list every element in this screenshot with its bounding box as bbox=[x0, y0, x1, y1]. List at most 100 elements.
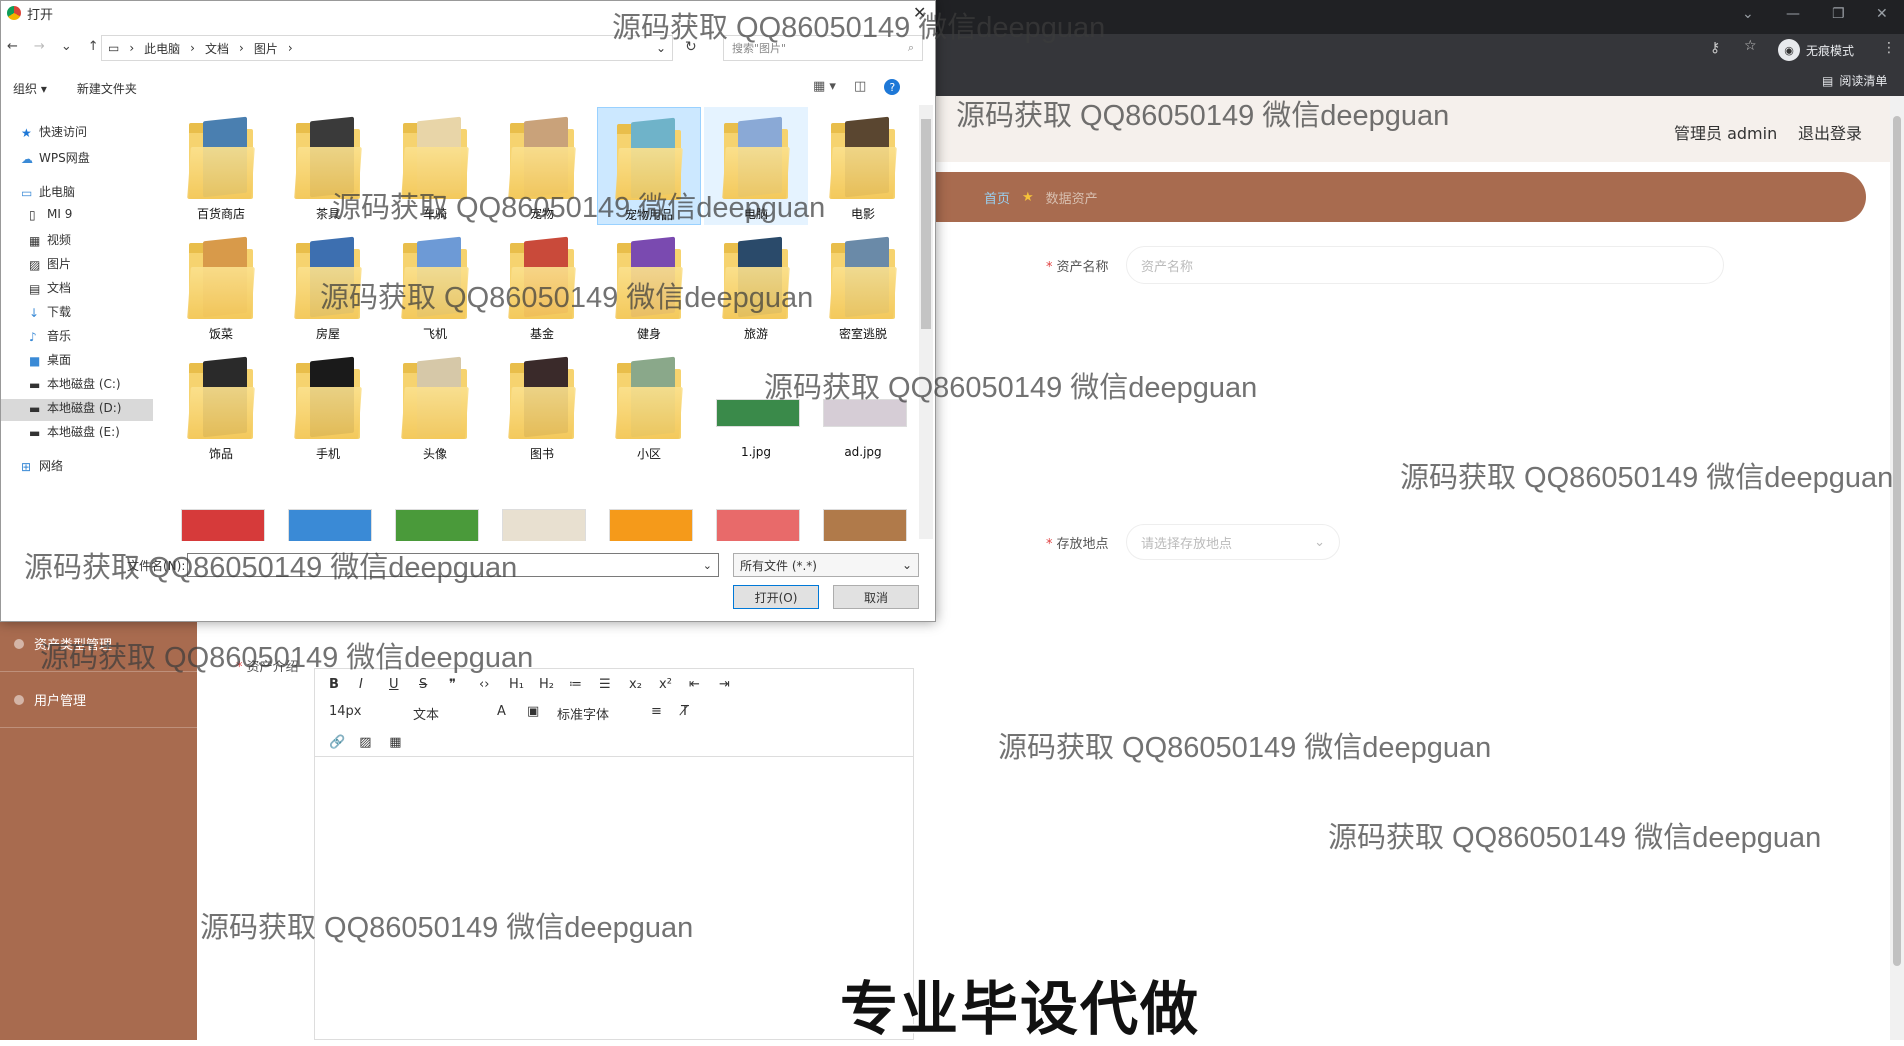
folder-item[interactable]: 手机 bbox=[276, 347, 380, 465]
chrome-icon bbox=[7, 6, 21, 20]
underline-icon[interactable]: U bbox=[389, 677, 405, 692]
help-icon[interactable]: ? bbox=[884, 79, 901, 95]
folder-item[interactable]: 头像 bbox=[383, 347, 487, 465]
image-file-item[interactable] bbox=[597, 467, 701, 541]
forward-icon[interactable]: → bbox=[34, 39, 45, 54]
address-crumb[interactable]: 此电脑 bbox=[144, 40, 180, 57]
cancel-button[interactable]: 取消 bbox=[833, 585, 919, 609]
address-crumb[interactable]: 图片 bbox=[254, 40, 278, 57]
chevron-down-icon[interactable]: ⌄ bbox=[61, 39, 72, 54]
reading-list-button[interactable]: ▤ 阅读清单 bbox=[1822, 72, 1887, 89]
command-bar: 组织 ▾ 新建文件夹 bbox=[1, 75, 935, 101]
nav-item-label: 此电脑 bbox=[39, 185, 76, 199]
nav-item-quick-access[interactable]: ★ 快速访问 bbox=[21, 123, 87, 140]
subscript-icon[interactable]: x₂ bbox=[629, 677, 645, 692]
star-icon[interactable]: ☆ bbox=[1744, 38, 1757, 54]
picture-icon: ▨ bbox=[29, 257, 41, 272]
open-button[interactable]: 打开(O) bbox=[733, 585, 819, 609]
close-icon[interactable]: ✕ bbox=[1876, 6, 1888, 22]
folder-item[interactable]: 小区 bbox=[597, 347, 701, 465]
image-file-item[interactable] bbox=[383, 467, 487, 541]
location-label-text: 存放地点 bbox=[1056, 537, 1109, 552]
background-color-icon[interactable]: ▣ bbox=[527, 704, 543, 723]
preview-pane-icon[interactable]: ◫ bbox=[854, 79, 866, 95]
image-file-item[interactable] bbox=[490, 467, 594, 541]
strike-icon[interactable]: S bbox=[419, 677, 435, 692]
nav-item-label: 下载 bbox=[47, 305, 72, 319]
sidebar-item-users[interactable]: 用户管理 bbox=[0, 672, 197, 728]
clear-format-icon[interactable]: T̸ bbox=[681, 704, 697, 723]
nav-item-music[interactable]: ♪ 音乐 bbox=[29, 327, 71, 344]
nav-item-disk-d[interactable]: ▬ 本地磁盘 (D:) bbox=[29, 399, 121, 416]
nav-item-network[interactable]: ⊞ 网络 bbox=[21, 457, 63, 474]
font-color-icon[interactable]: A bbox=[497, 704, 513, 723]
sidebar-item-label: 用户管理 bbox=[34, 694, 87, 709]
scrollbar-thumb[interactable] bbox=[1893, 116, 1901, 966]
folder-item[interactable]: 百货商店 bbox=[169, 107, 273, 225]
nav-item-disk-e[interactable]: ▬ 本地磁盘 (E:) bbox=[29, 423, 120, 440]
folder-item[interactable]: 饰品 bbox=[169, 347, 273, 465]
heading1-icon[interactable]: H₁ bbox=[509, 677, 525, 692]
location-select[interactable]: 请选择存放地点 ⌄ bbox=[1126, 524, 1340, 560]
nav-item-documents[interactable]: ▤ 文档 bbox=[29, 279, 71, 296]
nav-item-disk-c[interactable]: ▬ 本地磁盘 (C:) bbox=[29, 375, 121, 392]
file-grid-scrollbar[interactable] bbox=[919, 105, 933, 539]
page-scrollbar[interactable] bbox=[1890, 96, 1904, 1040]
text-type-select[interactable]: 文本 bbox=[413, 704, 483, 723]
outdent-icon[interactable]: ⇤ bbox=[689, 677, 705, 692]
ordered-list-icon[interactable]: ≔ bbox=[569, 677, 585, 692]
code-icon[interactable]: ‹› bbox=[479, 677, 495, 692]
nav-item-this-pc[interactable]: ▭ 此电脑 bbox=[21, 183, 75, 200]
watermark-text: 源码获取 QQ86050149 微信deepguan bbox=[956, 100, 1450, 132]
heading2-icon[interactable]: H₂ bbox=[539, 677, 555, 692]
nav-item-pictures[interactable]: ▨ 图片 bbox=[29, 255, 71, 272]
folder-item[interactable]: 电影 bbox=[811, 107, 913, 225]
folder-item[interactable]: 密室逃脱 bbox=[811, 227, 913, 345]
logout-link[interactable]: 退出登录 bbox=[1798, 120, 1862, 144]
organize-button[interactable]: 组织 ▾ bbox=[13, 80, 47, 97]
kebab-menu-icon[interactable]: ⋮ bbox=[1882, 40, 1896, 56]
key-icon[interactable]: ⚷ bbox=[1710, 40, 1720, 56]
asset-name-input[interactable]: 资产名称 bbox=[1126, 246, 1724, 284]
minimize-icon[interactable]: — bbox=[1786, 6, 1800, 22]
superscript-icon[interactable]: x² bbox=[659, 677, 675, 692]
nav-item-desktop[interactable]: ■ 桌面 bbox=[29, 351, 71, 368]
chevron-down-icon[interactable]: ⌄ bbox=[703, 559, 712, 572]
image-file-item[interactable] bbox=[704, 467, 808, 541]
breadcrumb-home[interactable]: 首页 bbox=[984, 188, 1010, 207]
up-icon[interactable]: ↑ bbox=[88, 39, 99, 54]
folder-item[interactable]: 图书 bbox=[490, 347, 594, 465]
view-mode-icon[interactable]: ▦ ▾ bbox=[813, 79, 836, 95]
admin-label: 管理员 admin bbox=[1674, 124, 1778, 143]
indent-icon[interactable]: ⇥ bbox=[719, 677, 735, 692]
incognito-profile[interactable]: ◉ 无痕模式 bbox=[1778, 38, 1854, 62]
image-icon[interactable]: ▨ bbox=[359, 735, 375, 750]
nav-item-video[interactable]: ▦ 视频 bbox=[29, 231, 71, 248]
bold-icon[interactable]: B bbox=[329, 677, 345, 692]
image-file-item[interactable] bbox=[169, 467, 273, 541]
folder-icon bbox=[187, 236, 255, 319]
image-file-item[interactable] bbox=[276, 467, 380, 541]
link-icon[interactable]: 🔗 bbox=[329, 735, 345, 750]
font-family-select[interactable]: 标准字体 bbox=[557, 704, 637, 723]
font-size-select[interactable]: 14px bbox=[329, 704, 399, 723]
blockquote-icon[interactable]: ❞ bbox=[449, 677, 465, 692]
nav-item-wps[interactable]: ☁ WPS网盘 bbox=[21, 149, 90, 166]
align-icon[interactable]: ≡ bbox=[651, 704, 667, 723]
address-bar[interactable]: ▭ › 此电脑 › 文档 › 图片 › ⌄ bbox=[101, 35, 673, 61]
chevron-down-icon[interactable]: ⌄ bbox=[1742, 6, 1754, 22]
italic-icon[interactable]: I bbox=[359, 677, 375, 692]
image-file-item[interactable] bbox=[811, 467, 913, 541]
file-type-select[interactable]: 所有文件 (*.*) ⌄ bbox=[733, 553, 919, 577]
new-folder-button[interactable]: 新建文件夹 bbox=[77, 80, 137, 97]
address-crumb[interactable]: 文档 bbox=[205, 40, 229, 57]
bullet-list-icon[interactable]: ☰ bbox=[599, 677, 615, 692]
video-icon[interactable]: ▦ bbox=[389, 735, 405, 750]
restore-icon[interactable]: ❐ bbox=[1832, 6, 1845, 22]
scrollbar-thumb[interactable] bbox=[921, 119, 931, 329]
nav-item-downloads[interactable]: ↓ 下载 bbox=[29, 303, 71, 320]
folder-item[interactable]: 饭菜 bbox=[169, 227, 273, 345]
rich-text-editor[interactable]: B I U S ❞ ‹› H₁ H₂ ≔ ☰ x₂ x² ⇤ ⇥ 14px 文本… bbox=[314, 668, 914, 1040]
nav-item-mi9[interactable]: ▯ MI 9 bbox=[29, 207, 72, 222]
back-icon[interactable]: ← bbox=[7, 39, 18, 54]
